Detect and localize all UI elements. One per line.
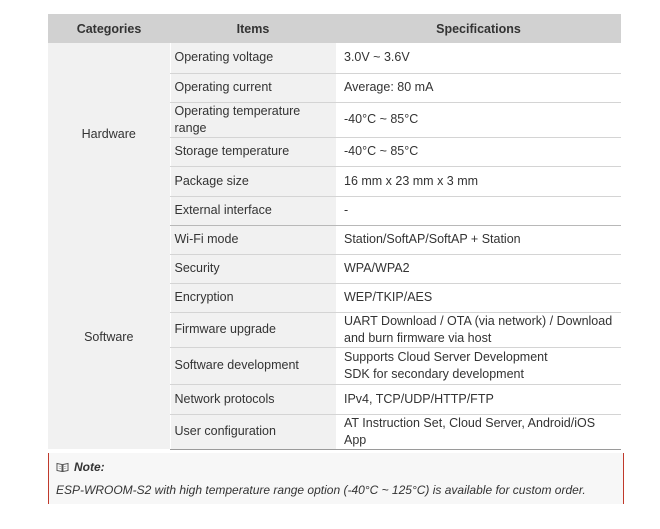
header-items: Items [170, 14, 336, 43]
note-title-text: Note: [74, 460, 105, 474]
item-cell: Network protocols [169, 384, 336, 415]
spec-cell: Supports Cloud Server Development SDK fo… [336, 347, 621, 385]
spec-cell: -40°C ~ 85°C [336, 137, 621, 167]
table-row: Hardware Operating voltage 3.0V ~ 3.6V [48, 43, 621, 225]
item-cell: Operating voltage [169, 43, 336, 74]
spec-cell: 16 mm x 23 mm x 3 mm [336, 166, 621, 197]
category-software: Software [48, 225, 170, 449]
header-categories: Categories [48, 14, 170, 43]
spec-cell: WEP/TKIP/AES [336, 283, 621, 313]
item-cell: Firmware upgrade [169, 312, 336, 348]
item-cell: External interface [169, 196, 336, 226]
item-cell: Storage temperature [169, 137, 336, 167]
category-hardware: Hardware [48, 43, 170, 225]
note-box: Note: ESP-WROOM-S2 with high temperature… [48, 453, 624, 504]
item-cell: Software development [169, 347, 336, 385]
spec-cell: IPv4, TCP/UDP/HTTP/FTP [336, 384, 621, 415]
spec-table: Categories Items Specifications Hardware… [48, 14, 621, 450]
note-text: ESP-WROOM-S2 with high temperature range… [56, 483, 586, 497]
spec-cell: WPA/WPA2 [336, 254, 621, 284]
spec-cell: AT Instruction Set, Cloud Server, Androi… [336, 414, 621, 450]
spec-cell: - [336, 196, 621, 226]
item-cell: Wi-Fi mode [169, 225, 336, 255]
item-cell: Operating current [169, 73, 336, 103]
spec-cell: Station/SoftAP/SoftAP + Station [336, 225, 621, 255]
item-cell: Package size [169, 166, 336, 197]
header-specifications: Specifications [336, 14, 621, 43]
spec-cell: -40°C ~ 85°C [336, 102, 621, 138]
spec-cell: UART Download / OTA (via network) / Down… [336, 312, 621, 348]
item-cell: Operating temperature range [169, 102, 336, 138]
spec-cell: 3.0V ~ 3.6V [336, 43, 621, 74]
table-header-row: Categories Items Specifications [48, 14, 621, 43]
item-cell: Security [169, 254, 336, 284]
item-cell: User configuration [169, 414, 336, 450]
table-row: Software Wi-Fi mode Station/SoftAP/SoftA… [48, 225, 621, 449]
item-cell: Encryption [169, 283, 336, 313]
book-icon [56, 462, 69, 472]
note-title: Note: [56, 460, 105, 474]
spec-cell: Average: 80 mA [336, 73, 621, 103]
